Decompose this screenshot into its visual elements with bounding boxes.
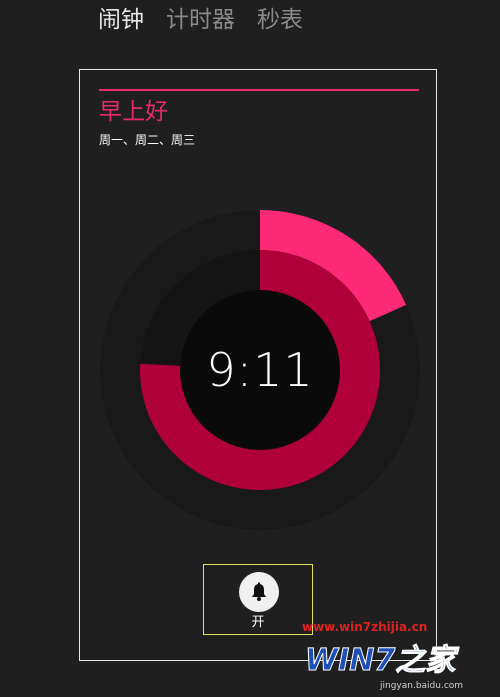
dial-center: [180, 290, 340, 450]
tab-alarm[interactable]: 闹钟: [98, 4, 144, 36]
alarm-toggle-label: 开: [251, 615, 265, 630]
alarm-time-dial[interactable]: 9:11: [100, 210, 420, 530]
bell-icon: [239, 572, 279, 612]
alarm-name[interactable]: 早上好: [99, 97, 168, 127]
watermark-logo: WIN7之家: [305, 643, 460, 679]
dial-svg: [100, 210, 420, 530]
watermark-subtext: jingyan.baidu.com: [380, 681, 464, 691]
alarm-toggle-button[interactable]: 开: [203, 564, 313, 635]
alarm-app: 闹钟 计时器 秒表 早上好 周一、周二、周三 9:11 开 www.win7zh…: [0, 0, 500, 697]
alarm-repeat-days: 周一、周二、周三: [99, 133, 196, 147]
watermark-logo-text: WIN7之家: [305, 643, 459, 678]
pivot-tabs: 闹钟 计时器 秒表: [98, 4, 303, 36]
watermark-url: www.win7zhijia.cn: [302, 620, 428, 634]
accent-divider: [99, 89, 419, 91]
tab-timer[interactable]: 计时器: [166, 4, 235, 36]
tab-stopwatch[interactable]: 秒表: [257, 4, 303, 36]
